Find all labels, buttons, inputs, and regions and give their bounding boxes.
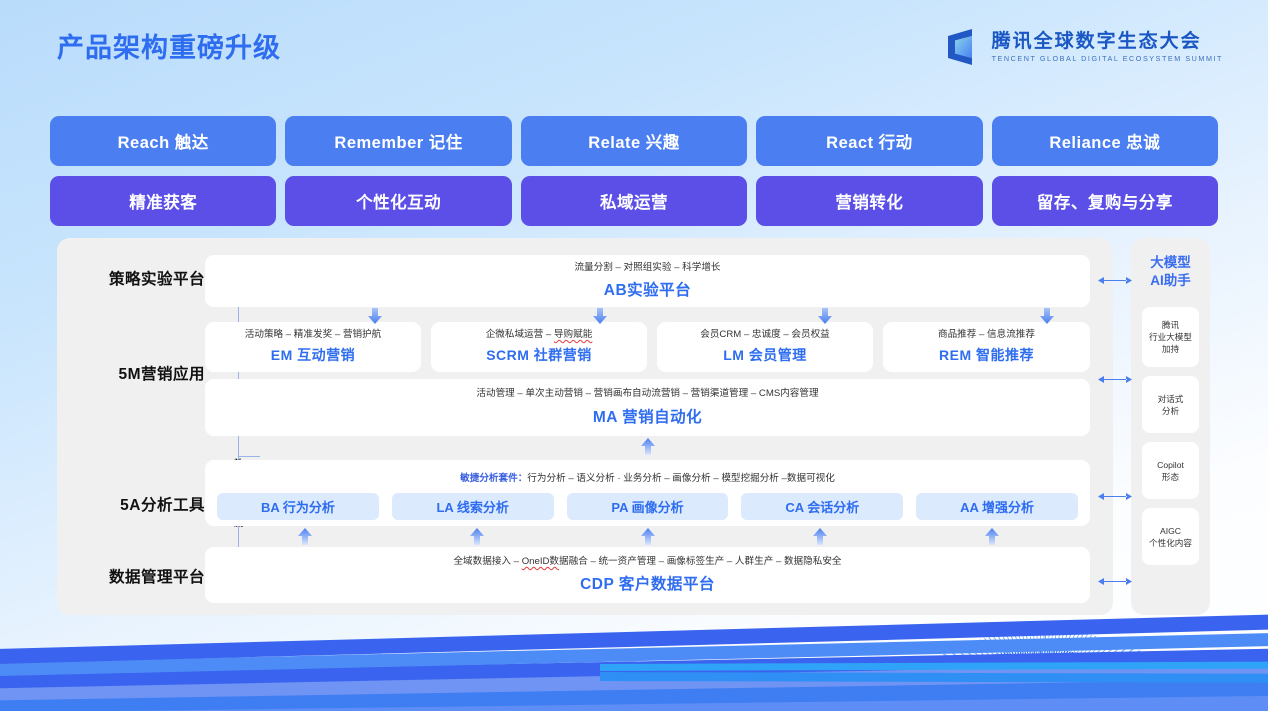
logo-title-en: TENCENT GLOBAL DIGITAL ECOSYSTEM SUMMIT [992,54,1223,63]
stage-reliance[interactable]: Reliance 忠诚 [992,116,1218,166]
arrow-up-icon [812,528,828,546]
stage-reach[interactable]: Reach 触达 [50,116,276,166]
stripe-decoration [0,613,1268,665]
ai-card-line2: 分析 [1158,405,1184,417]
card-em-interactive-marketing[interactable]: 活动策略 – 精准发奖 – 营销护航 EM 互动营销 [205,322,421,372]
chip-ca-conversation-analysis[interactable]: CA 会话分析 [741,493,903,520]
row-label-data: 数据管理平台 [57,565,205,587]
card-subtitle: 全域数据接入 – OneID数据融合 – 统一资产管理 – 画像标签生产 – 人… [453,556,841,568]
arrow-down-icon [1039,308,1055,326]
connector-arrow-icon [1098,371,1132,380]
arrow-up-icon [640,528,656,546]
card-subtitle: 会员CRM – 忠诚度 – 会员权益 [700,329,830,341]
connector-arrow-icon [1098,488,1132,497]
chip-pa-profile-analysis[interactable]: PA 画像分析 [567,493,729,520]
spellcheck-underline: 导购赋能 [554,329,592,340]
scenario-personalized-interaction[interactable]: 个性化互动 [285,176,511,226]
analytics-chip-row: BA 行为分析 LA 线索分析 PA 画像分析 CA 会话分析 AA 增强分析 [205,493,1090,520]
card-ma-marketing-automation[interactable]: 活动管理 – 单次主动营销 – 营销画布自动流营销 – 营销渠道管理 – CMS… [205,379,1090,436]
card-subtitle: 流量分割 – 对照组实验 – 科学增长 [574,262,720,274]
ai-card-line2: 形态 [1157,471,1184,483]
stripe-decoration [0,692,1268,711]
row-label-analytics: 5A分析工具 [57,493,205,515]
sunburst-outer-decoration [900,631,1190,711]
card-subtitle: 活动策略 – 精准发奖 – 营销护航 [245,329,381,341]
ai-card-line1: 腾讯 [1149,319,1192,331]
card-title: EM 互动营销 [271,345,355,365]
card-analytics-suite: 敏捷分析套件：行为分析 – 语义分析 · 业务分析 – 画像分析 – 模型挖掘分… [205,460,1090,526]
card-ab-platform[interactable]: 流量分割 – 对照组实验 – 科学增长 AB实验平台 [205,255,1090,307]
ai-card-aigc[interactable]: AIGC 个性化内容 [1142,508,1199,565]
stage-react[interactable]: React 行动 [756,116,982,166]
chip-aa-augmented-analysis[interactable]: AA 增强分析 [916,493,1078,520]
page-title: 产品架构重磅升级 [57,26,281,65]
row-label-marketing: 5M营销应用 [57,362,205,384]
scenario-conversion[interactable]: 营销转化 [756,176,982,226]
card-title: LM 会员管理 [723,345,807,365]
ai-sidebar-title-line1: 大模型 [1150,254,1191,272]
arrow-down-icon [817,308,833,326]
stage-relate[interactable]: Relate 兴趣 [521,116,747,166]
stripe-decoration [0,662,1268,701]
scenario-retention[interactable]: 留存、复购与分享 [992,176,1218,226]
analytics-suite-items: 行为分析 – 语义分析 · 业务分析 – 画像分析 – 模型挖掘分析 –数据可视… [527,473,835,484]
analytics-suite-line: 敏捷分析套件：行为分析 – 语义分析 · 业务分析 – 画像分析 – 模型挖掘分… [460,470,835,484]
stage-remember[interactable]: Remember 记住 [285,116,511,166]
ai-card-conversational-analysis[interactable]: 对话式 分析 [1142,376,1199,433]
scenario-acquisition[interactable]: 精准获客 [50,176,276,226]
scenario-private-domain[interactable]: 私域运营 [521,176,747,226]
analytics-suite-label: 敏捷分析套件： [460,473,527,484]
arrow-up-icon [297,528,313,546]
ai-assistant-sidebar: 大模型 AI助手 腾讯 行业大模型 加持 对话式 分析 Copilot 形态 A… [1131,238,1210,615]
card-title: REM 智能推荐 [939,345,1034,365]
ai-sidebar-title: 大模型 AI助手 [1150,254,1191,290]
bracket-tick [238,456,260,457]
arrow-up-icon [469,528,485,546]
arrow-down-icon [367,308,383,326]
ai-card-copilot[interactable]: Copilot 形态 [1142,442,1199,499]
ai-card-line2: 行业大模型 [1149,331,1192,343]
arrow-up-icon [984,528,1000,546]
arrow-down-icon [592,308,608,326]
card-rem-smart-recommendation[interactable]: 商品推荐 – 信息流推荐 REM 智能推荐 [883,322,1090,372]
spellcheck-underline: OneID数 [522,556,559,567]
card-title: MA 营销自动化 [593,405,702,427]
ai-card-industry-model[interactable]: 腾讯 行业大模型 加持 [1142,307,1199,367]
bottom-decoration [0,606,1268,711]
ai-card-line1: 对话式 [1158,393,1184,405]
five-r-stage-row: Reach 触达 Remember 记住 Relate 兴趣 React 行动 … [50,116,1218,166]
ai-card-line3: 加持 [1149,343,1192,355]
chip-la-lead-analysis[interactable]: LA 线索分析 [392,493,554,520]
ai-card-line1: Copilot [1157,459,1184,471]
card-subtitle: 活动管理 – 单次主动营销 – 营销画布自动流营销 – 营销渠道管理 – CMS… [476,388,818,400]
architecture-panel: 策略实验平台 5M营销应用 5A分析工具 数据管理平台 效果数据回流 流量分割 … [57,238,1113,615]
row-label-experiment: 策略实验平台 [57,267,205,289]
tencent-summit-logo: 腾讯全球数字生态大会 TENCENT GLOBAL DIGITAL ECOSYS… [938,25,1223,69]
stripe-decoration [600,672,1268,683]
card-subtitle: 商品推荐 – 信息流推荐 [938,329,1035,341]
ai-card-line1: AIGC [1149,525,1192,537]
card-lm-member-management[interactable]: 会员CRM – 忠诚度 – 会员权益 LM 会员管理 [657,322,873,372]
chip-ba-behavior-analysis[interactable]: BA 行为分析 [217,493,379,520]
connector-arrow-icon [1098,573,1132,582]
stripe-decoration [0,632,1268,677]
card-title: CDP 客户数据平台 [580,572,715,594]
card-title: AB实验平台 [604,278,691,300]
five-r-scenario-row: 精准获客 个性化互动 私域运营 营销转化 留存、复购与分享 [50,176,1218,226]
logo-title-cn: 腾讯全球数字生态大会 [992,31,1223,53]
stripe-decoration [600,661,1268,671]
stripe-decoration [0,677,1268,711]
card-scrm-community-marketing[interactable]: 企微私域运营 – 导购赋能 SCRM 社群营销 [431,322,647,372]
card-cdp-customer-data-platform[interactable]: 全域数据接入 – OneID数据融合 – 统一资产管理 – 画像标签生产 – 人… [205,547,1090,603]
sunburst-decoration [928,649,1152,711]
ai-sidebar-title-line2: AI助手 [1150,272,1191,290]
card-subtitle: 企微私域运营 – 导购赋能 [486,329,593,341]
connector-arrow-icon [1098,272,1132,281]
tencent-logo-icon [938,25,982,69]
arrow-up-icon [640,438,656,456]
ai-card-line2: 个性化内容 [1149,537,1192,549]
card-title: SCRM 社群营销 [486,345,592,365]
stripe-decoration [0,648,1268,689]
